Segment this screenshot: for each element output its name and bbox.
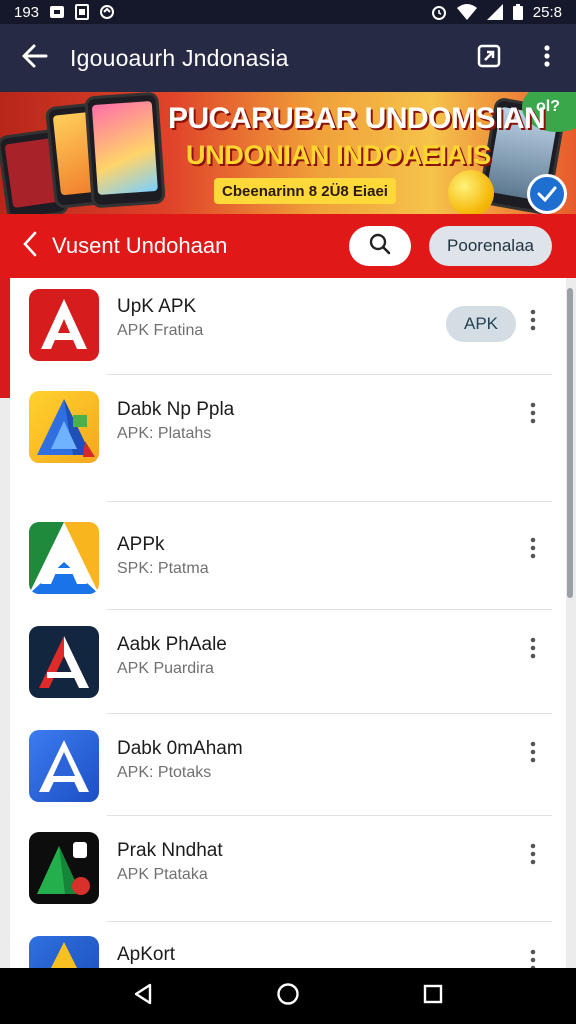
nav-back-button[interactable] xyxy=(113,968,173,1024)
list-accent-edge xyxy=(0,278,10,398)
nav-home-button[interactable] xyxy=(258,968,318,1024)
more-options-button[interactable] xyxy=(518,530,548,570)
more-options-button[interactable] xyxy=(518,734,548,774)
promo-banner[interactable]: ol? PUCARUBAR UNDOMSIAN UNDONIAN INDOAEI… xyxy=(0,92,576,214)
app-name: Dabk 0mAham xyxy=(117,738,243,759)
filter-chip[interactable]: Poorenalaa xyxy=(429,226,552,266)
image-icon xyxy=(75,4,90,20)
list-item[interactable]: Aabk PhAale APK Puardira xyxy=(10,610,566,713)
section-title: Vusent Undohaan xyxy=(52,233,228,258)
open-external-icon xyxy=(477,44,501,73)
battery-icon xyxy=(512,4,523,20)
apk-red-icon xyxy=(29,289,99,361)
apk-tricolor-icon xyxy=(29,522,99,594)
list-item[interactable]: Dabk 0mAham APK: Ptotaks xyxy=(10,714,566,815)
app-title: Igouoaurh Jndonasia xyxy=(70,44,289,71)
apk-navy-icon xyxy=(29,626,99,698)
status-bar: 193 25:8 xyxy=(0,0,576,24)
app-name: ApKort xyxy=(117,944,176,965)
app-name: Prak Nndhat xyxy=(117,840,223,861)
nav-home-icon xyxy=(276,982,300,1011)
more-options-button[interactable] xyxy=(518,302,548,342)
list-item[interactable]: APPk SPK: Ptatma xyxy=(10,502,566,609)
banner-tagline: Cbeenarinn 8 2Ü8 Eiaei xyxy=(214,178,396,204)
overflow-menu-icon xyxy=(543,44,551,73)
apk-black-icon xyxy=(29,832,99,904)
more-options-button[interactable] xyxy=(518,836,548,876)
signal-icon xyxy=(486,4,503,20)
back-arrow-icon xyxy=(22,44,48,73)
app-subtitle: APK: Platahs xyxy=(117,425,212,442)
more-options-button[interactable] xyxy=(518,630,548,670)
list-item[interactable]: Prak Nndhat APK Ptataka xyxy=(10,816,566,921)
overflow-menu-icon xyxy=(530,537,536,564)
notification-icon xyxy=(49,5,65,19)
apk-gradient-icon xyxy=(29,391,99,463)
list-item[interactable]: ApKort xyxy=(10,922,566,968)
wifi-icon xyxy=(456,4,477,20)
status-time: 25:8 xyxy=(532,3,562,21)
search-icon xyxy=(369,233,391,260)
section-toolbar: Vusent Undohaan Poorenalaa xyxy=(0,214,576,278)
app-list: UpK APK APK Fratina APK Dabk Np Ppla APK… xyxy=(10,278,566,968)
app-name: APPk xyxy=(117,534,165,555)
nav-recents-button[interactable] xyxy=(403,968,463,1024)
scrollbar[interactable] xyxy=(567,288,573,598)
overflow-menu-icon xyxy=(530,741,536,768)
banner-decoration xyxy=(448,170,494,214)
open-external-button[interactable] xyxy=(460,24,518,92)
overflow-menu-icon xyxy=(530,402,536,429)
app-bar: Igouoaurh Jndonasia xyxy=(0,24,576,92)
search-button[interactable] xyxy=(349,226,412,266)
app-name: Aabk PhAale xyxy=(117,634,227,655)
app-subtitle: APK Puardira xyxy=(117,660,214,677)
apk-partial-icon xyxy=(29,936,99,968)
overflow-menu-icon xyxy=(530,309,536,336)
apk-button[interactable]: APK xyxy=(446,306,516,342)
list-item[interactable]: Dabk Np Ppla APK: Platahs xyxy=(10,375,566,501)
alarm-icon xyxy=(431,4,447,20)
check-badge-icon xyxy=(527,174,567,214)
status-left-text: 193 xyxy=(14,3,40,21)
apk-blue-icon xyxy=(29,730,99,802)
app-subtitle: APK Fratina xyxy=(117,322,204,339)
nav-back-icon xyxy=(132,983,154,1010)
app-name: Dabk Np Ppla xyxy=(117,399,235,420)
overflow-menu-icon xyxy=(530,843,536,870)
app-subtitle: APK Ptataka xyxy=(117,866,208,883)
app-subtitle: SPK: Ptatma xyxy=(117,560,209,577)
banner-subheadline: UNDONIAN INDOAEIAIS xyxy=(186,140,491,170)
overflow-menu-icon xyxy=(530,949,536,968)
system-nav-bar xyxy=(0,968,576,1024)
sync-icon xyxy=(99,4,115,20)
overflow-menu-button[interactable] xyxy=(518,24,576,92)
chevron-left-icon xyxy=(23,231,37,262)
banner-headline: PUCARUBAR UNDOMSIAN xyxy=(168,102,546,135)
section-back-button[interactable] xyxy=(8,214,52,278)
more-options-button[interactable] xyxy=(518,942,548,968)
back-button[interactable] xyxy=(0,24,70,92)
app-subtitle: APK: Ptotaks xyxy=(117,764,212,781)
list-item[interactable]: UpK APK APK Fratina APK xyxy=(10,278,566,374)
nav-recents-icon xyxy=(423,984,443,1009)
more-options-button[interactable] xyxy=(518,395,548,435)
app-name: UpK APK xyxy=(117,296,197,317)
overflow-menu-icon xyxy=(530,637,536,664)
